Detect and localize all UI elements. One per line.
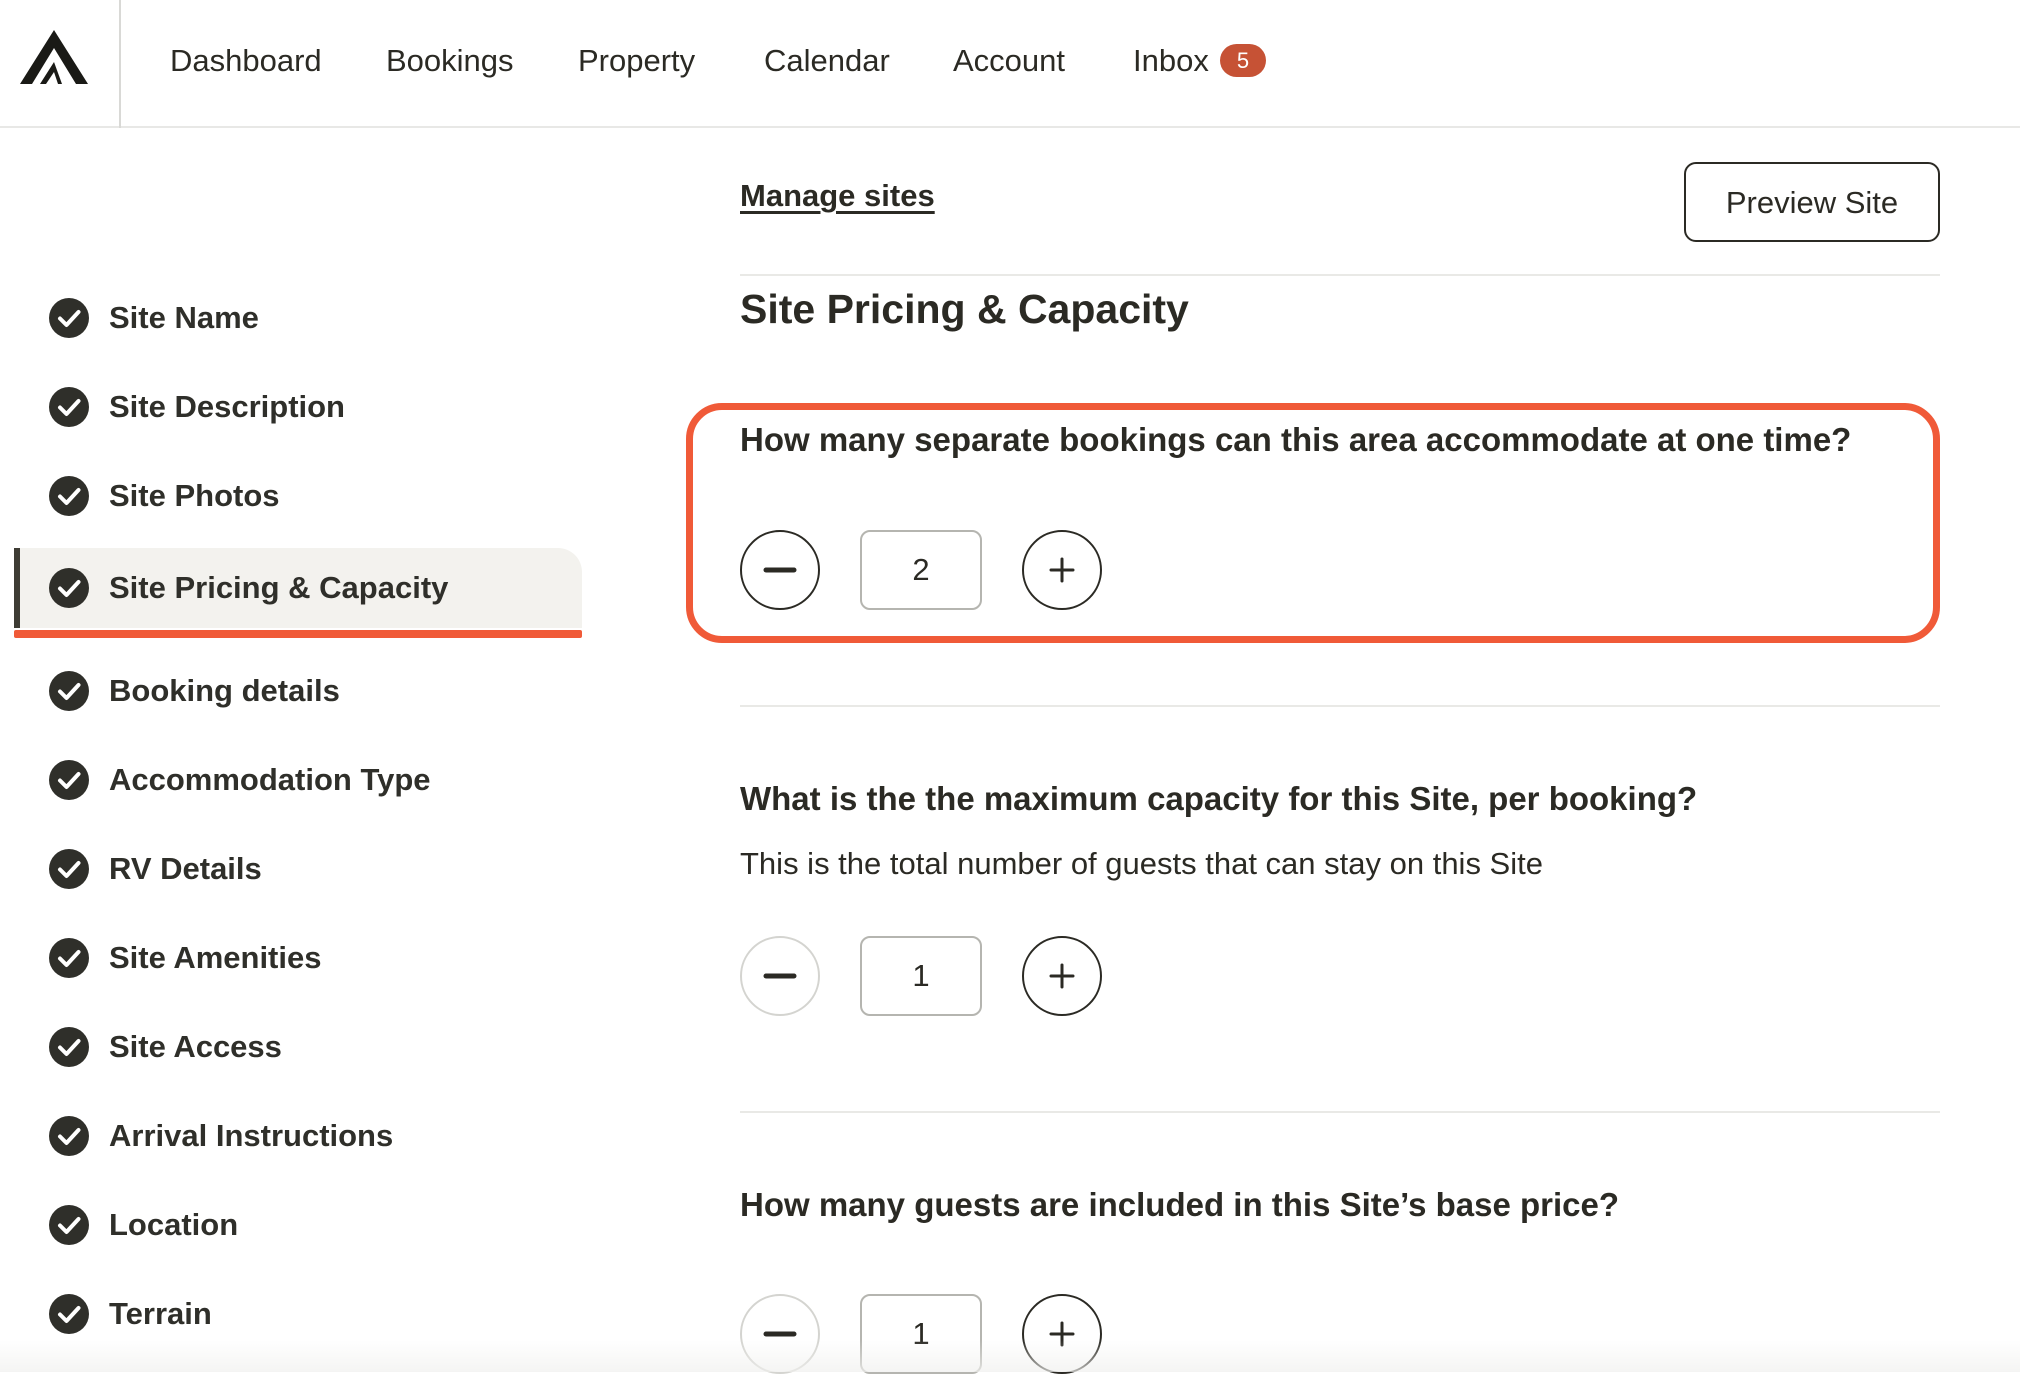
sidebar-item-label: Booking details	[109, 673, 340, 708]
sidebar-item-label: Site Pricing & Capacity	[109, 570, 449, 605]
minus-icon	[763, 1331, 797, 1337]
check-circle-icon	[49, 760, 89, 800]
sidebar-item-label: RV Details	[109, 851, 262, 886]
check-circle-icon	[49, 568, 89, 608]
sidebar-item-label: Location	[109, 1207, 239, 1242]
minus-icon	[763, 567, 797, 573]
check-circle-icon	[49, 1027, 89, 1067]
increment-button[interactable]	[1022, 530, 1102, 610]
minus-icon	[763, 973, 797, 979]
question-title: What is the the maximum capacity for thi…	[740, 780, 1698, 817]
logo-icon	[20, 30, 88, 84]
increment-button[interactable]	[1022, 936, 1102, 1016]
decrement-button[interactable]	[740, 1294, 820, 1374]
section-title: Site Pricing & Capacity	[740, 286, 1189, 332]
nav-account[interactable]: Account	[953, 0, 1065, 122]
sidebar-item-site-pricing-capacity[interactable]: Site Pricing & Capacity	[14, 548, 582, 628]
nav-calendar[interactable]: Calendar	[764, 0, 890, 122]
top-navigation: Dashboard Bookings Property Calendar Acc…	[0, 0, 2020, 128]
divider	[740, 1111, 1940, 1113]
question-title: How many guests are included in this Sit…	[740, 1186, 1620, 1223]
divider	[740, 274, 1940, 276]
check-circle-icon	[49, 387, 89, 427]
check-circle-icon	[49, 476, 89, 516]
divider	[740, 705, 1940, 707]
sidebar-item-rv-details[interactable]: RV Details	[14, 829, 582, 909]
check-circle-icon	[49, 671, 89, 711]
check-circle-icon	[49, 1205, 89, 1245]
sidebar-item-site-amenities[interactable]: Site Amenities	[14, 918, 582, 998]
sidebar-item-site-photos[interactable]: Site Photos	[14, 456, 582, 536]
stepper-value[interactable]: 1	[860, 1294, 982, 1374]
sidebar-item-label: Arrival Instructions	[109, 1118, 394, 1153]
sidebar-item-label: Site Name	[109, 300, 259, 335]
logo[interactable]	[0, 0, 121, 128]
question-title: How many separate bookings can this area…	[740, 421, 1852, 458]
max-capacity-stepper: 1	[740, 936, 1102, 1018]
bookings-count-stepper: 2	[740, 530, 1102, 612]
sidebar-item-site-description[interactable]: Site Description	[14, 367, 582, 447]
nav-property[interactable]: Property	[578, 0, 695, 122]
sidebar-item-accommodation-type[interactable]: Accommodation Type	[14, 740, 582, 820]
increment-button[interactable]	[1022, 1294, 1102, 1374]
manage-sites-link[interactable]: Manage sites	[740, 178, 935, 214]
preview-site-button[interactable]: Preview Site	[1684, 162, 1940, 242]
sidebar-item-label: Site Access	[109, 1029, 282, 1064]
plus-icon	[1049, 557, 1075, 583]
sidebar-item-site-name[interactable]: Site Name	[14, 278, 582, 358]
check-circle-icon	[49, 849, 89, 889]
sidebar-item-terrain[interactable]: Terrain	[14, 1274, 582, 1354]
sidebar-item-label: Site Description	[109, 389, 345, 424]
decrement-button[interactable]	[740, 936, 820, 1016]
stepper-value[interactable]: 1	[860, 936, 982, 1016]
inbox-count-badge: 5	[1220, 44, 1266, 77]
stepper-value[interactable]: 2	[860, 530, 982, 610]
check-circle-icon	[49, 1116, 89, 1156]
sidebar-item-label: Site Amenities	[109, 940, 322, 975]
nav-bookings[interactable]: Bookings	[386, 0, 514, 122]
sidebar-item-booking-details[interactable]: Booking details	[14, 651, 582, 731]
base-price-guests-stepper: 1	[740, 1294, 1102, 1376]
sidebar-item-location[interactable]: Location	[14, 1185, 582, 1265]
sidebar-item-label: Site Photos	[109, 478, 280, 513]
check-circle-icon	[49, 1294, 89, 1334]
sidebar-item-label: Accommodation Type	[109, 762, 431, 797]
nav-inbox[interactable]: Inbox	[1133, 0, 1209, 122]
sidebar-item-site-access[interactable]: Site Access	[14, 1007, 582, 1087]
decrement-button[interactable]	[740, 530, 820, 610]
nav-dashboard[interactable]: Dashboard	[170, 0, 322, 122]
active-item-highlight-underline	[14, 630, 582, 638]
question-help-text: This is the total number of guests that …	[740, 846, 1543, 881]
check-circle-icon	[49, 938, 89, 978]
sidebar-item-arrival-instructions[interactable]: Arrival Instructions	[14, 1096, 582, 1176]
sidebar-item-label: Terrain	[109, 1296, 212, 1331]
plus-icon	[1049, 963, 1075, 989]
plus-icon	[1049, 1321, 1075, 1347]
check-circle-icon	[49, 298, 89, 338]
